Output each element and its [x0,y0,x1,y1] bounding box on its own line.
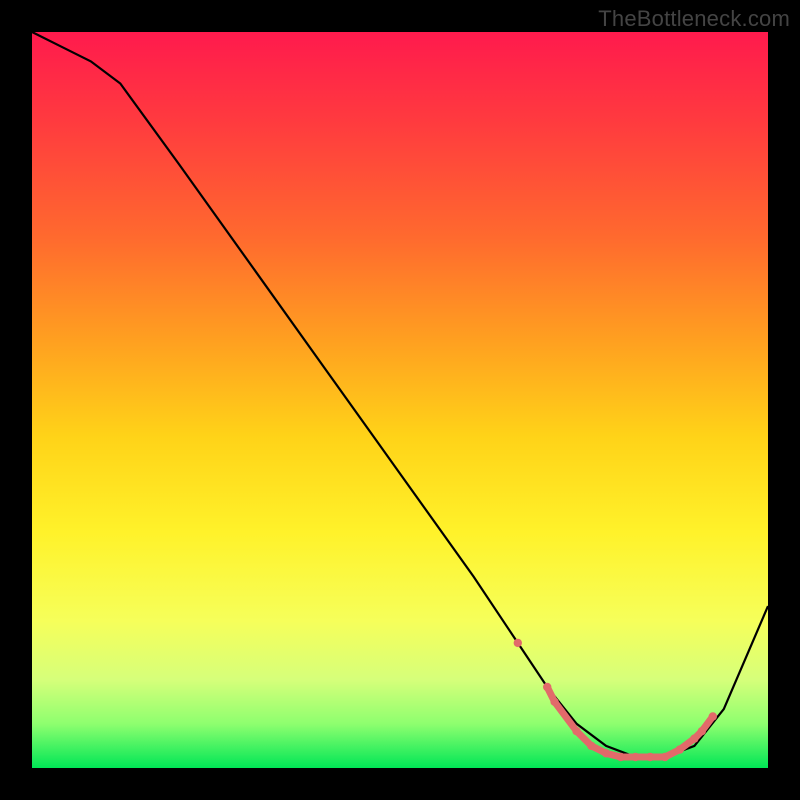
watermark-text: TheBottleneck.com [598,6,790,32]
chart-plot-area [32,32,768,768]
chart-frame: TheBottleneck.com [0,0,800,800]
